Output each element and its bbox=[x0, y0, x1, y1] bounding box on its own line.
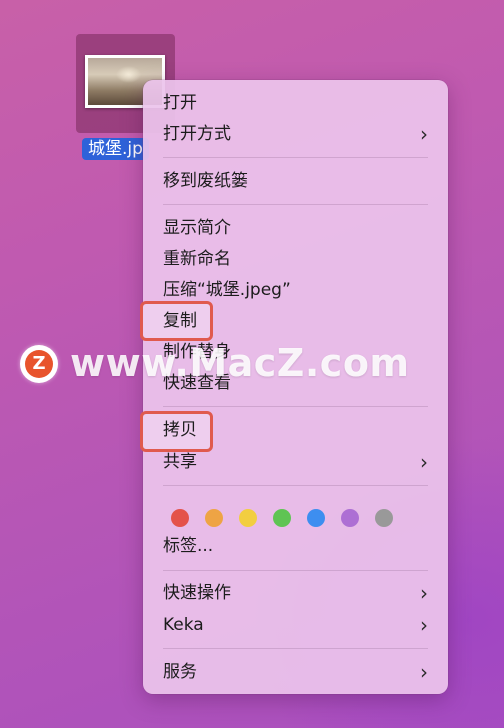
menu-separator bbox=[163, 406, 428, 407]
menu-item-move-to-trash[interactable]: 移到废纸篓 bbox=[163, 168, 434, 194]
chevron-right-icon: › bbox=[420, 581, 428, 605]
menu-item-copy[interactable]: 拷贝 bbox=[163, 417, 434, 443]
menu-item-compress[interactable]: 压缩“城堡.jpeg” bbox=[163, 277, 434, 303]
menu-item-label: 压缩“城堡.jpeg” bbox=[163, 280, 291, 300]
tag-blue-dot[interactable] bbox=[307, 509, 325, 527]
menu-item-label: 拷贝 bbox=[163, 420, 197, 440]
desktop: 城堡.jp 打开 打开方式 › 移到废纸篓 显示简介 重新命名 压缩“城堡.jp… bbox=[0, 0, 504, 728]
watermark-logo-icon: Z bbox=[20, 345, 58, 383]
menu-item-label: 服务 bbox=[163, 662, 197, 682]
menu-item-tags[interactable]: 标签... bbox=[163, 533, 434, 559]
menu-item-duplicate[interactable]: 复制 bbox=[163, 308, 434, 334]
menu-item-label: 标签... bbox=[163, 536, 214, 556]
menu-separator bbox=[163, 648, 428, 649]
tag-orange-dot[interactable] bbox=[205, 509, 223, 527]
file-name-label[interactable]: 城堡.jp bbox=[82, 138, 149, 160]
menu-item-open[interactable]: 打开 bbox=[163, 90, 434, 116]
menu-item-open-with[interactable]: 打开方式 › bbox=[163, 121, 434, 147]
chevron-right-icon: › bbox=[420, 613, 428, 637]
menu-item-label: 复制 bbox=[163, 311, 197, 331]
menu-item-label: 显示简介 bbox=[163, 218, 231, 238]
menu-item-label: 打开 bbox=[163, 93, 197, 113]
chevron-right-icon: › bbox=[420, 122, 428, 146]
menu-separator bbox=[163, 570, 428, 571]
menu-item-keka[interactable]: Keka › bbox=[163, 612, 434, 638]
watermark-logo-letter: Z bbox=[25, 350, 53, 378]
menu-item-label: 移到废纸篓 bbox=[163, 171, 248, 191]
menu-item-rename[interactable]: 重新命名 bbox=[163, 246, 434, 272]
menu-item-get-info[interactable]: 显示简介 bbox=[163, 215, 434, 241]
menu-separator bbox=[163, 204, 428, 205]
tag-red-dot[interactable] bbox=[171, 509, 189, 527]
menu-item-label: 打开方式 bbox=[163, 124, 231, 144]
menu-separator bbox=[163, 157, 428, 158]
context-menu: 打开 打开方式 › 移到废纸篓 显示简介 重新命名 压缩“城堡.jpeg” 复制… bbox=[140, 80, 448, 694]
menu-item-label: 快速操作 bbox=[163, 583, 231, 603]
chevron-right-icon: › bbox=[420, 660, 428, 684]
menu-item-services[interactable]: 服务 › bbox=[163, 659, 434, 685]
tag-green-dot[interactable] bbox=[273, 509, 291, 527]
watermark-text: www.MacZ.com bbox=[70, 341, 410, 385]
menu-item-share[interactable]: 共享 › bbox=[163, 449, 434, 475]
tag-gray-dot[interactable] bbox=[375, 509, 393, 527]
tag-yellow-dot[interactable] bbox=[239, 509, 257, 527]
menu-item-label: Keka bbox=[163, 615, 204, 635]
tag-purple-dot[interactable] bbox=[341, 509, 359, 527]
chevron-right-icon: › bbox=[420, 450, 428, 474]
menu-item-quick-actions[interactable]: 快速操作 › bbox=[163, 580, 434, 606]
menu-separator bbox=[163, 485, 428, 486]
menu-item-label: 共享 bbox=[163, 452, 197, 472]
menu-item-label: 重新命名 bbox=[163, 249, 231, 269]
